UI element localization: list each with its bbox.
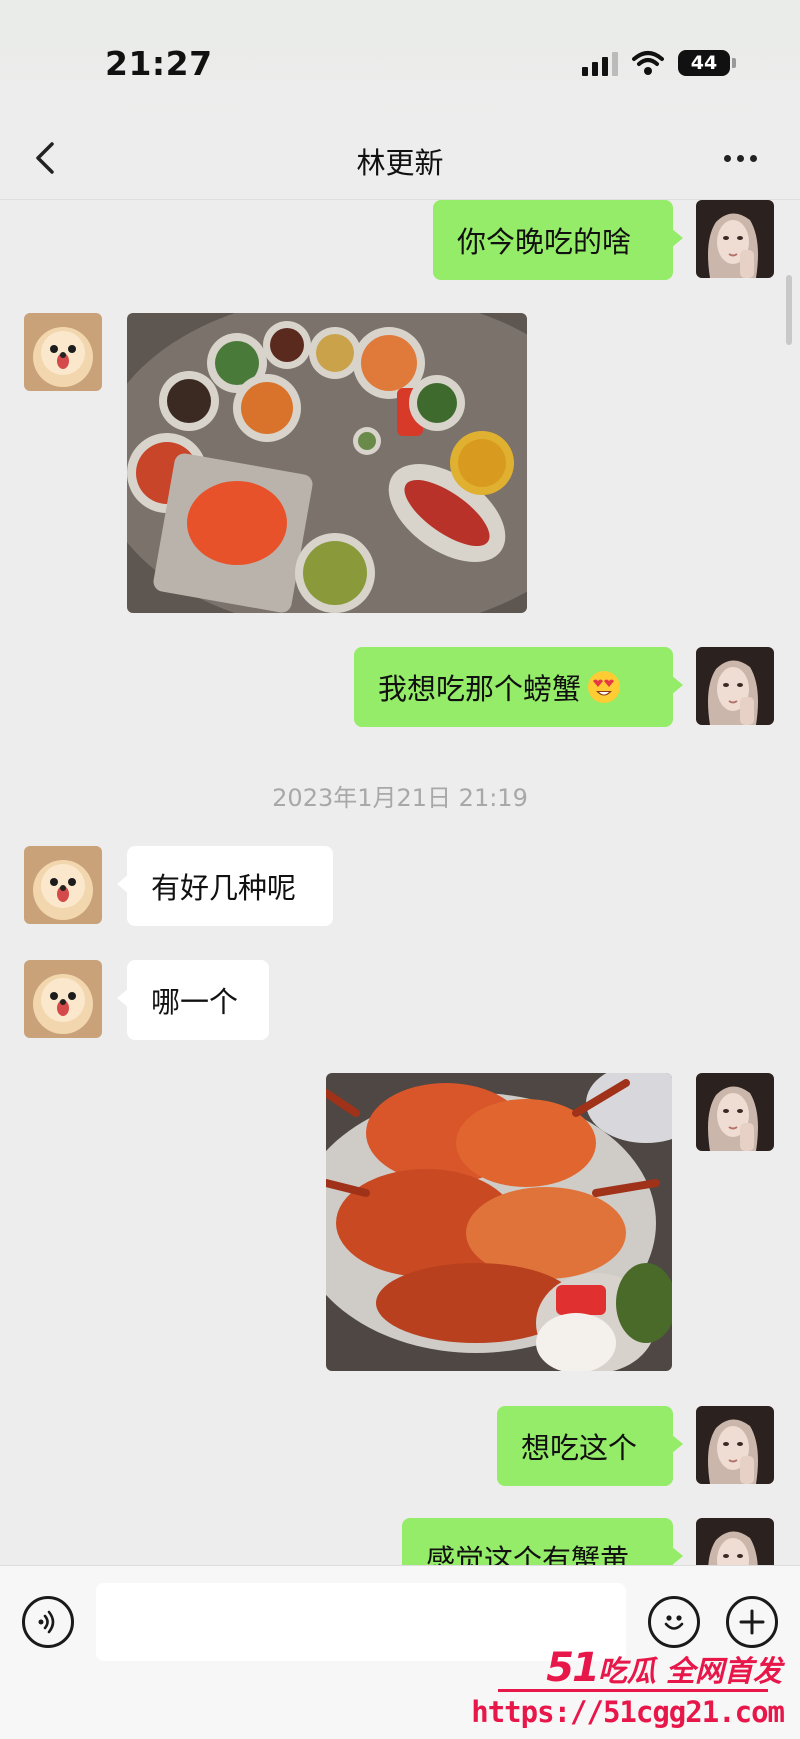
emoji-button[interactable] bbox=[648, 1596, 700, 1648]
heart-eyes-emoji bbox=[588, 671, 621, 703]
watermark-title: 51吃瓜 全网首发 bbox=[546, 1645, 782, 1691]
plus-icon bbox=[739, 1609, 765, 1635]
scrollbar[interactable] bbox=[786, 275, 792, 345]
my-avatar[interactable] bbox=[696, 200, 774, 278]
watermark: 51吃瓜 全网首发 https://51cgg21.com bbox=[471, 1645, 792, 1737]
signal-icon bbox=[582, 50, 618, 76]
wifi-icon bbox=[632, 51, 664, 75]
voice-icon bbox=[38, 1610, 55, 1634]
crab-photo[interactable] bbox=[326, 1073, 672, 1371]
contact-avatar[interactable] bbox=[24, 313, 102, 391]
status-time: 21:27 bbox=[105, 44, 213, 83]
voice-button[interactable] bbox=[22, 1596, 74, 1648]
message-text: 哪一个 bbox=[151, 985, 239, 1019]
watermark-url: https://51cgg21.com bbox=[471, 1695, 785, 1729]
chat-title: 林更新 bbox=[356, 146, 444, 180]
contact-message[interactable]: 哪一个 bbox=[117, 960, 269, 1040]
message-timestamp: 2023年1月21日 21:19 bbox=[272, 784, 528, 812]
battery-icon: 44 bbox=[678, 50, 736, 76]
message-text: 我想吃那个螃蟹 bbox=[378, 672, 582, 706]
contact-message[interactable]: 有好几种呢 bbox=[117, 846, 333, 926]
chat-area[interactable]: 你今晚吃的啥 我想吃那个螃蟹 2023年1月21日 21:19 有好几种呢 哪一… bbox=[0, 200, 800, 1565]
my-avatar[interactable] bbox=[696, 1073, 774, 1151]
message-text: 你今晚吃的啥 bbox=[457, 225, 632, 259]
my-avatar[interactable] bbox=[696, 647, 774, 725]
my-message[interactable]: 感觉这个有蟹黄 bbox=[402, 1518, 683, 1565]
chat-header: 林更新 bbox=[0, 120, 800, 200]
plus-button[interactable] bbox=[726, 1596, 778, 1648]
watermark-divider bbox=[498, 1689, 768, 1692]
message-text: 感觉这个有蟹黄 bbox=[426, 1543, 630, 1565]
status-icons: 44 bbox=[582, 50, 736, 76]
my-avatar[interactable] bbox=[696, 1518, 774, 1565]
my-avatar[interactable] bbox=[696, 1406, 774, 1484]
status-bar: 21:27 44 bbox=[0, 0, 800, 120]
contact-avatar[interactable] bbox=[24, 960, 102, 1038]
my-message[interactable]: 你今晚吃的啥 bbox=[433, 200, 683, 280]
my-message[interactable]: 我想吃那个螃蟹 bbox=[354, 647, 683, 727]
message-text: 想吃这个 bbox=[521, 1431, 638, 1465]
message-text: 有好几种呢 bbox=[151, 871, 297, 905]
my-message[interactable]: 想吃这个 bbox=[497, 1406, 683, 1486]
emoji-icon bbox=[664, 1615, 684, 1630]
contact-avatar[interactable] bbox=[24, 846, 102, 924]
more-icon[interactable] bbox=[724, 146, 764, 170]
food-photo[interactable] bbox=[127, 313, 527, 613]
